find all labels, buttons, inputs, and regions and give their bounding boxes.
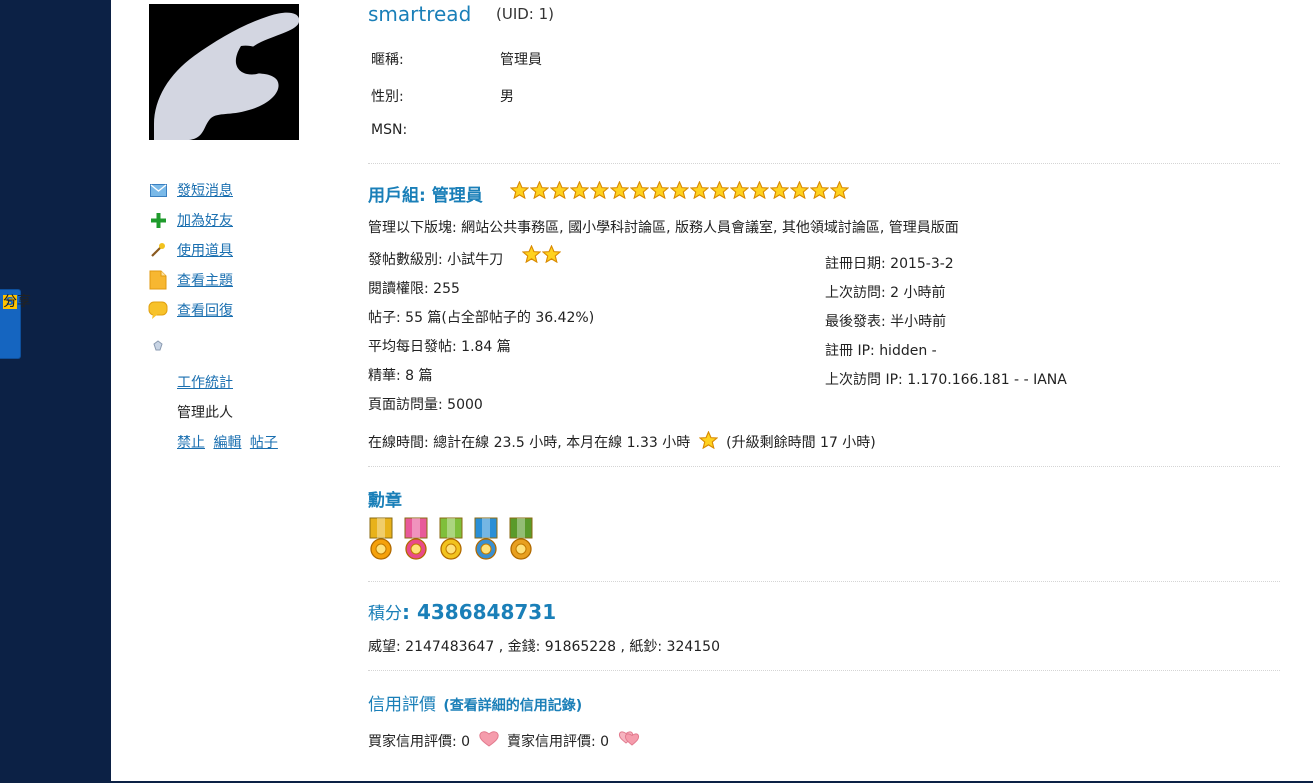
star-icon [830, 181, 849, 199]
add-friend-item[interactable]: 加為好友 [148, 210, 233, 230]
admin-links: 禁止 編輯 帖子 [177, 432, 278, 452]
send-message-item[interactable]: 發短消息 [148, 180, 233, 200]
star-icon [790, 181, 809, 199]
post-level-stars [522, 245, 561, 263]
points-heading: 積分: 4386848731 [368, 599, 556, 624]
document-icon [148, 270, 168, 290]
star-icon [750, 181, 769, 199]
share-label: 分享 [3, 294, 31, 310]
work-stats-link[interactable]: 工作統計 [177, 372, 233, 392]
post-level: 發帖數級別: 小試牛刀 [368, 252, 504, 268]
credit-title: 信用評價 [368, 695, 436, 715]
online-time: 在線時間: 總計在線 23.5 小時, 本月在線 1.33 小時 (升級剩餘時間… [368, 430, 876, 452]
upgrade-remaining: (升級剩餘時間 17 小時) [726, 435, 876, 451]
register-ip: 註冊 IP: hidden - [825, 343, 937, 359]
small-decoration [148, 336, 177, 356]
view-topics-item[interactable]: 查看主題 [148, 270, 233, 290]
double-heart-icon [618, 731, 639, 746]
medals-list [368, 517, 534, 561]
star-medal-icon [439, 517, 463, 560]
wand-icon [148, 240, 168, 260]
read-permission: 閱讀權限: 255 [368, 281, 460, 297]
avg-daily-posts: 平均每日發帖: 1.84 篇 [368, 339, 511, 355]
seller-rating: 賣家信用評價: 0 [506, 734, 610, 750]
flower-medal-icon [404, 517, 428, 560]
divider [368, 670, 1280, 671]
star-icon [670, 181, 689, 199]
medals-heading: 勳章 [368, 491, 402, 511]
star-icon [730, 181, 749, 199]
star-icon [570, 181, 589, 199]
edit-link[interactable]: 編輯 [213, 435, 241, 451]
star-icon [690, 181, 709, 199]
last-post: 最後發表: 半小時前 [825, 314, 947, 330]
wave-medal-icon [474, 517, 498, 560]
ban-link[interactable]: 禁止 [177, 435, 205, 451]
credit-heading: 信用評價 (查看詳細的信用記錄) [368, 690, 582, 715]
points-label: 積分 [368, 604, 402, 624]
online-star-icon [698, 430, 719, 450]
star-icon [770, 181, 789, 199]
add-friend-link[interactable]: 加為好友 [177, 210, 233, 230]
username: smartread [368, 2, 472, 26]
nickname-value: 管理員 [500, 52, 542, 68]
msn-label: MSN: [371, 122, 408, 138]
divider [368, 581, 1280, 582]
gender-label: 性別: [371, 89, 404, 105]
group-star-rating [510, 181, 849, 199]
register-date: 註冊日期: 2015-3-2 [825, 256, 954, 272]
star-icon [650, 181, 669, 199]
envelope-icon [148, 180, 168, 200]
post-count: 帖子: 55 篇(占全部帖子的 36.42%) [368, 310, 595, 326]
star-icon [510, 181, 529, 199]
use-item-item[interactable]: 使用道具 [148, 240, 233, 260]
star-icon [610, 181, 629, 199]
star-icon [710, 181, 729, 199]
view-replies-link[interactable]: 查看回復 [177, 300, 233, 320]
user-group-heading: 用戶組: 管理員 [368, 186, 483, 206]
plus-icon [148, 210, 168, 230]
credit-detail-link[interactable]: (查看詳細的信用記錄) [443, 698, 582, 714]
points-value: : 4386848731 [402, 600, 557, 624]
send-message-link[interactable]: 發短消息 [177, 180, 233, 200]
page-views: 頁面訪問量: 5000 [368, 397, 483, 413]
online-time-text: 在線時間: 總計在線 23.5 小時, 本月在線 1.33 小時 [368, 435, 691, 451]
divider [368, 466, 1280, 467]
divider [368, 163, 1280, 164]
avatar [149, 4, 299, 140]
posts-link[interactable]: 帖子 [250, 435, 278, 451]
user-id: (UID: 1) [496, 5, 555, 23]
gender-value: 男 [500, 89, 514, 105]
buyer-rating: 買家信用評價: 0 [368, 734, 471, 750]
heart-icon [478, 731, 499, 747]
star-icon [550, 181, 569, 199]
credit-ratings: 買家信用評價: 0 賣家信用評價: 0 [368, 729, 640, 751]
use-item-link[interactable]: 使用道具 [177, 240, 233, 260]
last-visit-ip: 上次訪問 IP: 1.170.166.181 - - IANA [825, 372, 1067, 388]
last-visit: 上次訪問: 2 小時前 [825, 285, 946, 301]
view-replies-item[interactable]: 查看回復 [148, 300, 233, 320]
nickname-label: 暱稱: [371, 52, 404, 68]
speech-bubble-icon [148, 300, 168, 320]
star-icon [630, 181, 649, 199]
star-icon [590, 181, 609, 199]
sun-medal-icon [369, 517, 393, 560]
smile-medal-icon [509, 517, 533, 560]
share-tab[interactable]: S 分享 [0, 289, 31, 359]
view-topics-link[interactable]: 查看主題 [177, 270, 233, 290]
gem-icon [148, 336, 168, 356]
manage-boards: 管理以下版塊: 網站公共事務區, 國小學科討論區, 版務人員會議室, 其他領域討… [368, 220, 959, 236]
star-icon [542, 245, 561, 263]
points-detail: 威望: 2147483647 , 金錢: 91865228 , 紙鈔: 3241… [368, 639, 720, 655]
star-icon [810, 181, 829, 199]
digest-count: 精華: 8 篇 [368, 368, 433, 384]
star-icon [522, 245, 541, 263]
star-icon [530, 181, 549, 199]
manage-user-label: 管理此人 [177, 405, 233, 421]
